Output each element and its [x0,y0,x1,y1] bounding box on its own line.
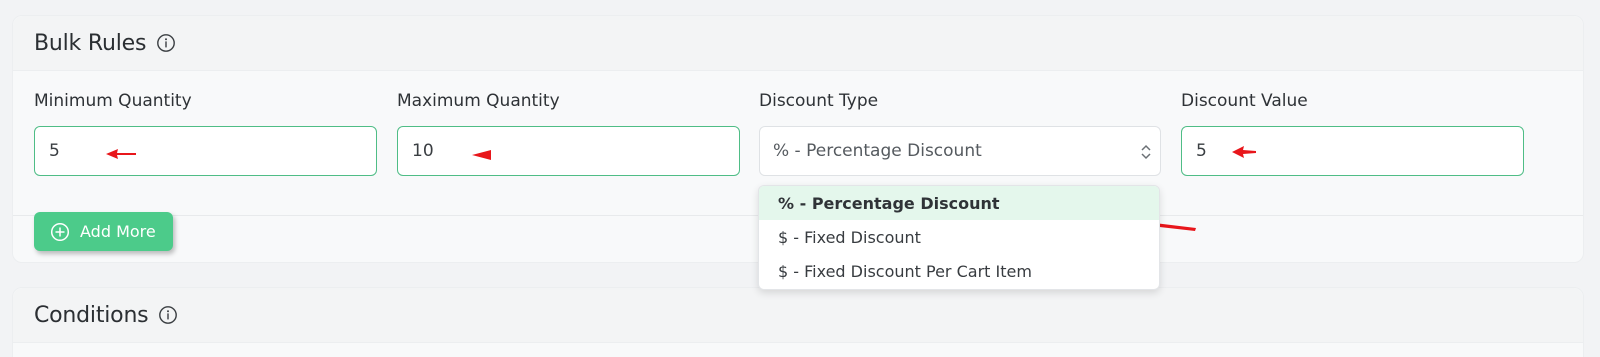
conditions-title: Conditions [34,302,149,328]
discount-type-dropdown: % - Percentage Discount $ - Fixed Discou… [758,185,1160,290]
discount-type-select[interactable]: % - Percentage Discount [759,126,1161,176]
annotation-arrow-icon [1232,146,1256,158]
min-quantity-label: Minimum Quantity [34,91,192,111]
plus-circle-icon [50,222,70,241]
discount-type-selected-value: % - Percentage Discount [773,141,982,161]
annotation-arrow-icon [472,150,491,160]
min-quantity-input[interactable] [34,126,377,176]
conditions-header: Conditions [13,288,1583,343]
discount-value-label: Discount Value [1181,91,1308,111]
conditions-card: Conditions [12,287,1584,357]
dropdown-option[interactable]: % - Percentage Discount [759,186,1159,220]
dropdown-option[interactable]: $ - Fixed Discount Per Cart Item [759,254,1159,288]
add-more-label: Add More [80,222,156,241]
discount-type-label: Discount Type [759,91,879,111]
bulk-rules-title: Bulk Rules [34,30,147,56]
add-more-button[interactable]: Add More [34,212,173,251]
dropdown-option[interactable]: $ - Fixed Discount [759,220,1159,254]
page: Bulk Rules Minimum Quantity Maximum Quan… [0,0,1600,357]
info-icon[interactable] [156,33,176,53]
max-quantity-input[interactable] [397,126,740,176]
bulk-rules-header: Bulk Rules [13,16,1583,71]
info-icon[interactable] [158,305,178,325]
annotation-arrow-icon [106,149,136,159]
select-chevrons-icon [1141,144,1151,160]
max-quantity-label: Maximum Quantity [397,91,560,111]
